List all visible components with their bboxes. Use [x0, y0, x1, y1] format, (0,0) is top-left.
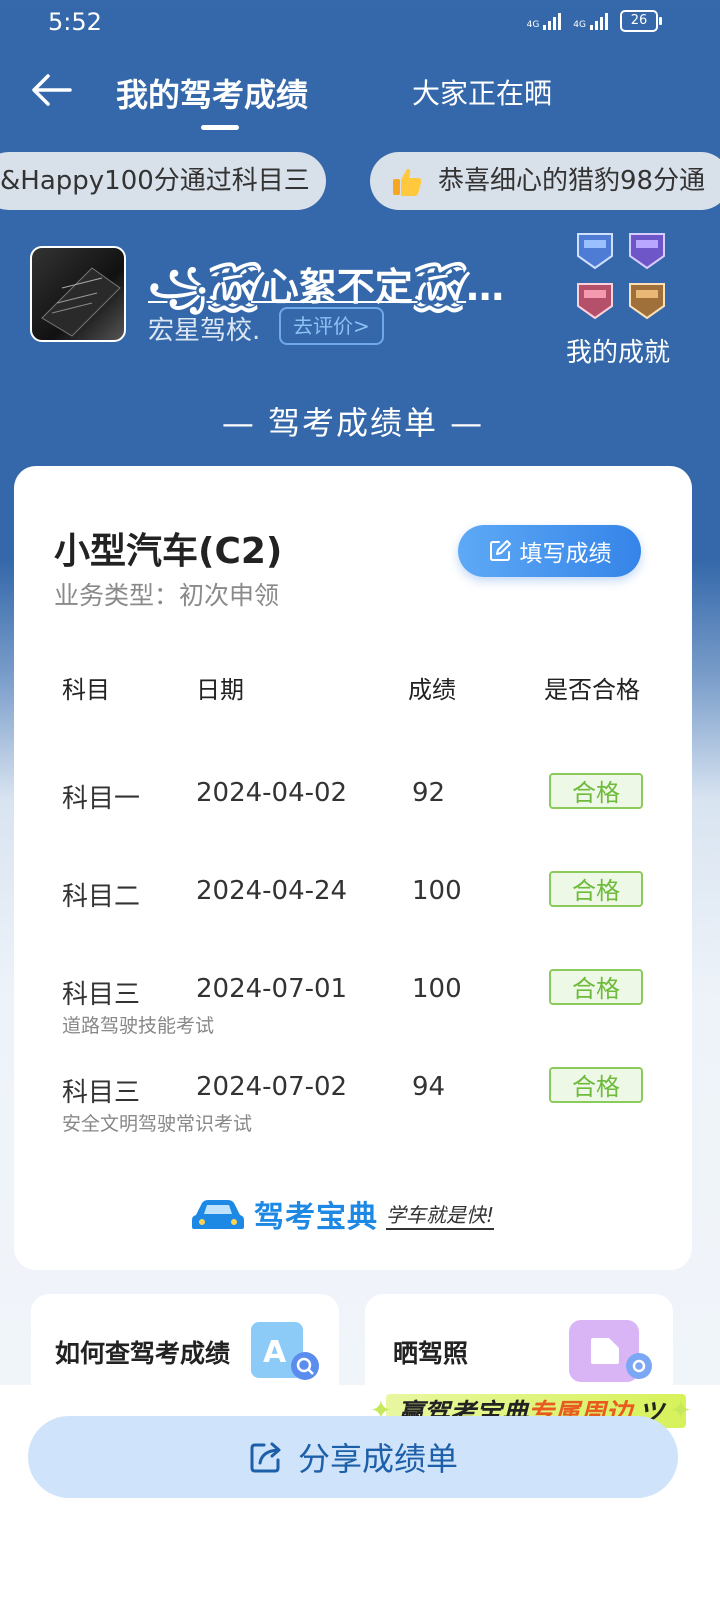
fill-scores-label: 填写成绩 — [519, 541, 612, 567]
brand-slogan: 学车就是快! — [386, 1199, 495, 1230]
row-score: 100 — [412, 974, 462, 1004]
pass-badge: 合格 — [549, 773, 643, 809]
ticker-text: &Happy100分通过科目三 — [0, 166, 310, 196]
row-date: 2024-04-24 — [196, 876, 348, 906]
badge-icon — [629, 233, 665, 270]
car-icon — [192, 1200, 244, 1229]
battery-icon: 26 — [620, 10, 662, 32]
row-score: 94 — [412, 1072, 446, 1102]
row-date: 2024-04-02 — [196, 778, 348, 808]
brand-logo: 驾考宝典 学车就是快! — [190, 1192, 495, 1236]
share-license-label: 晒驾照 — [393, 1339, 469, 1368]
badge-icon — [629, 283, 665, 320]
fill-scores-button[interactable]: 填写成绩 — [458, 525, 641, 577]
row-subject: 科目三 — [62, 980, 141, 1010]
search-doc-icon: A — [251, 1322, 319, 1380]
header-score: 成绩 — [408, 676, 456, 704]
edit-icon — [489, 540, 511, 561]
back-arrow-icon[interactable] — [30, 70, 74, 110]
business-type: 业务类型：初次申领 — [54, 581, 280, 610]
share-report-button[interactable]: 分享成绩单 — [28, 1416, 678, 1498]
status-time: 5:52 — [48, 8, 102, 36]
pass-badge: 合格 — [549, 1067, 643, 1103]
brand-name: 驾考宝典 — [254, 1200, 378, 1235]
status-icons: 4G 4G 26 — [527, 10, 662, 32]
share-icon — [250, 1442, 281, 1473]
achievement-badges[interactable] — [572, 228, 672, 322]
achievements-label[interactable]: 我的成就 — [566, 332, 670, 369]
ticker-item[interactable]: &Happy100分通过科目三 — [0, 152, 326, 210]
how-to-check-label: 如何查驾考成绩 — [55, 1339, 231, 1368]
pass-badge: 合格 — [549, 969, 643, 1005]
share-report-label: 分享成绩单 — [297, 1440, 458, 1478]
row-subject: 科目二 — [62, 882, 141, 912]
header-pass: 是否合格 — [544, 676, 640, 704]
ticker-item[interactable]: 恭喜细心的猎豹98分通 — [370, 152, 720, 210]
header-date: 日期 — [196, 676, 244, 704]
badge-icon — [577, 233, 613, 270]
header-subject: 科目 — [62, 676, 110, 704]
row-subject: 科目一 — [62, 784, 141, 814]
sparkle-icon: ✦ — [669, 1396, 692, 1426]
active-tab-indicator — [201, 125, 239, 130]
tab-my-scores[interactable]: 我的驾考成绩 — [116, 70, 308, 116]
pass-badge: 合格 — [549, 871, 643, 907]
row-score: 100 — [412, 876, 462, 906]
avatar-image — [41, 267, 121, 337]
section-title: — 驾考成绩单 — — [221, 404, 485, 442]
thumbs-up-icon — [393, 168, 422, 196]
row-subject: 科目三 — [62, 1078, 141, 1108]
signal-icon-2: 4G — [573, 12, 608, 30]
ticker-text: 恭喜细心的猎豹98分通 — [438, 166, 706, 196]
car-type: 小型汽车(C2) — [54, 531, 283, 572]
review-button[interactable]: 去评价> — [279, 307, 384, 345]
signal-icon: 4G — [527, 12, 562, 30]
badge-icon — [577, 283, 613, 320]
row-date: 2024-07-01 — [196, 974, 348, 1004]
photo-icon — [569, 1320, 652, 1382]
row-note: 道路驾驶技能考试 — [62, 1015, 215, 1037]
tab-everyone-sharing[interactable]: 大家正在晒 — [412, 72, 552, 112]
svg-text:A: A — [263, 1335, 287, 1370]
row-note: 安全文明驾驶常识考试 — [62, 1113, 253, 1135]
driving-school: 宏星驾校. — [148, 316, 261, 346]
row-score: 92 — [412, 778, 446, 808]
row-date: 2024-07-02 — [196, 1072, 348, 1102]
avatar[interactable] — [30, 246, 126, 342]
